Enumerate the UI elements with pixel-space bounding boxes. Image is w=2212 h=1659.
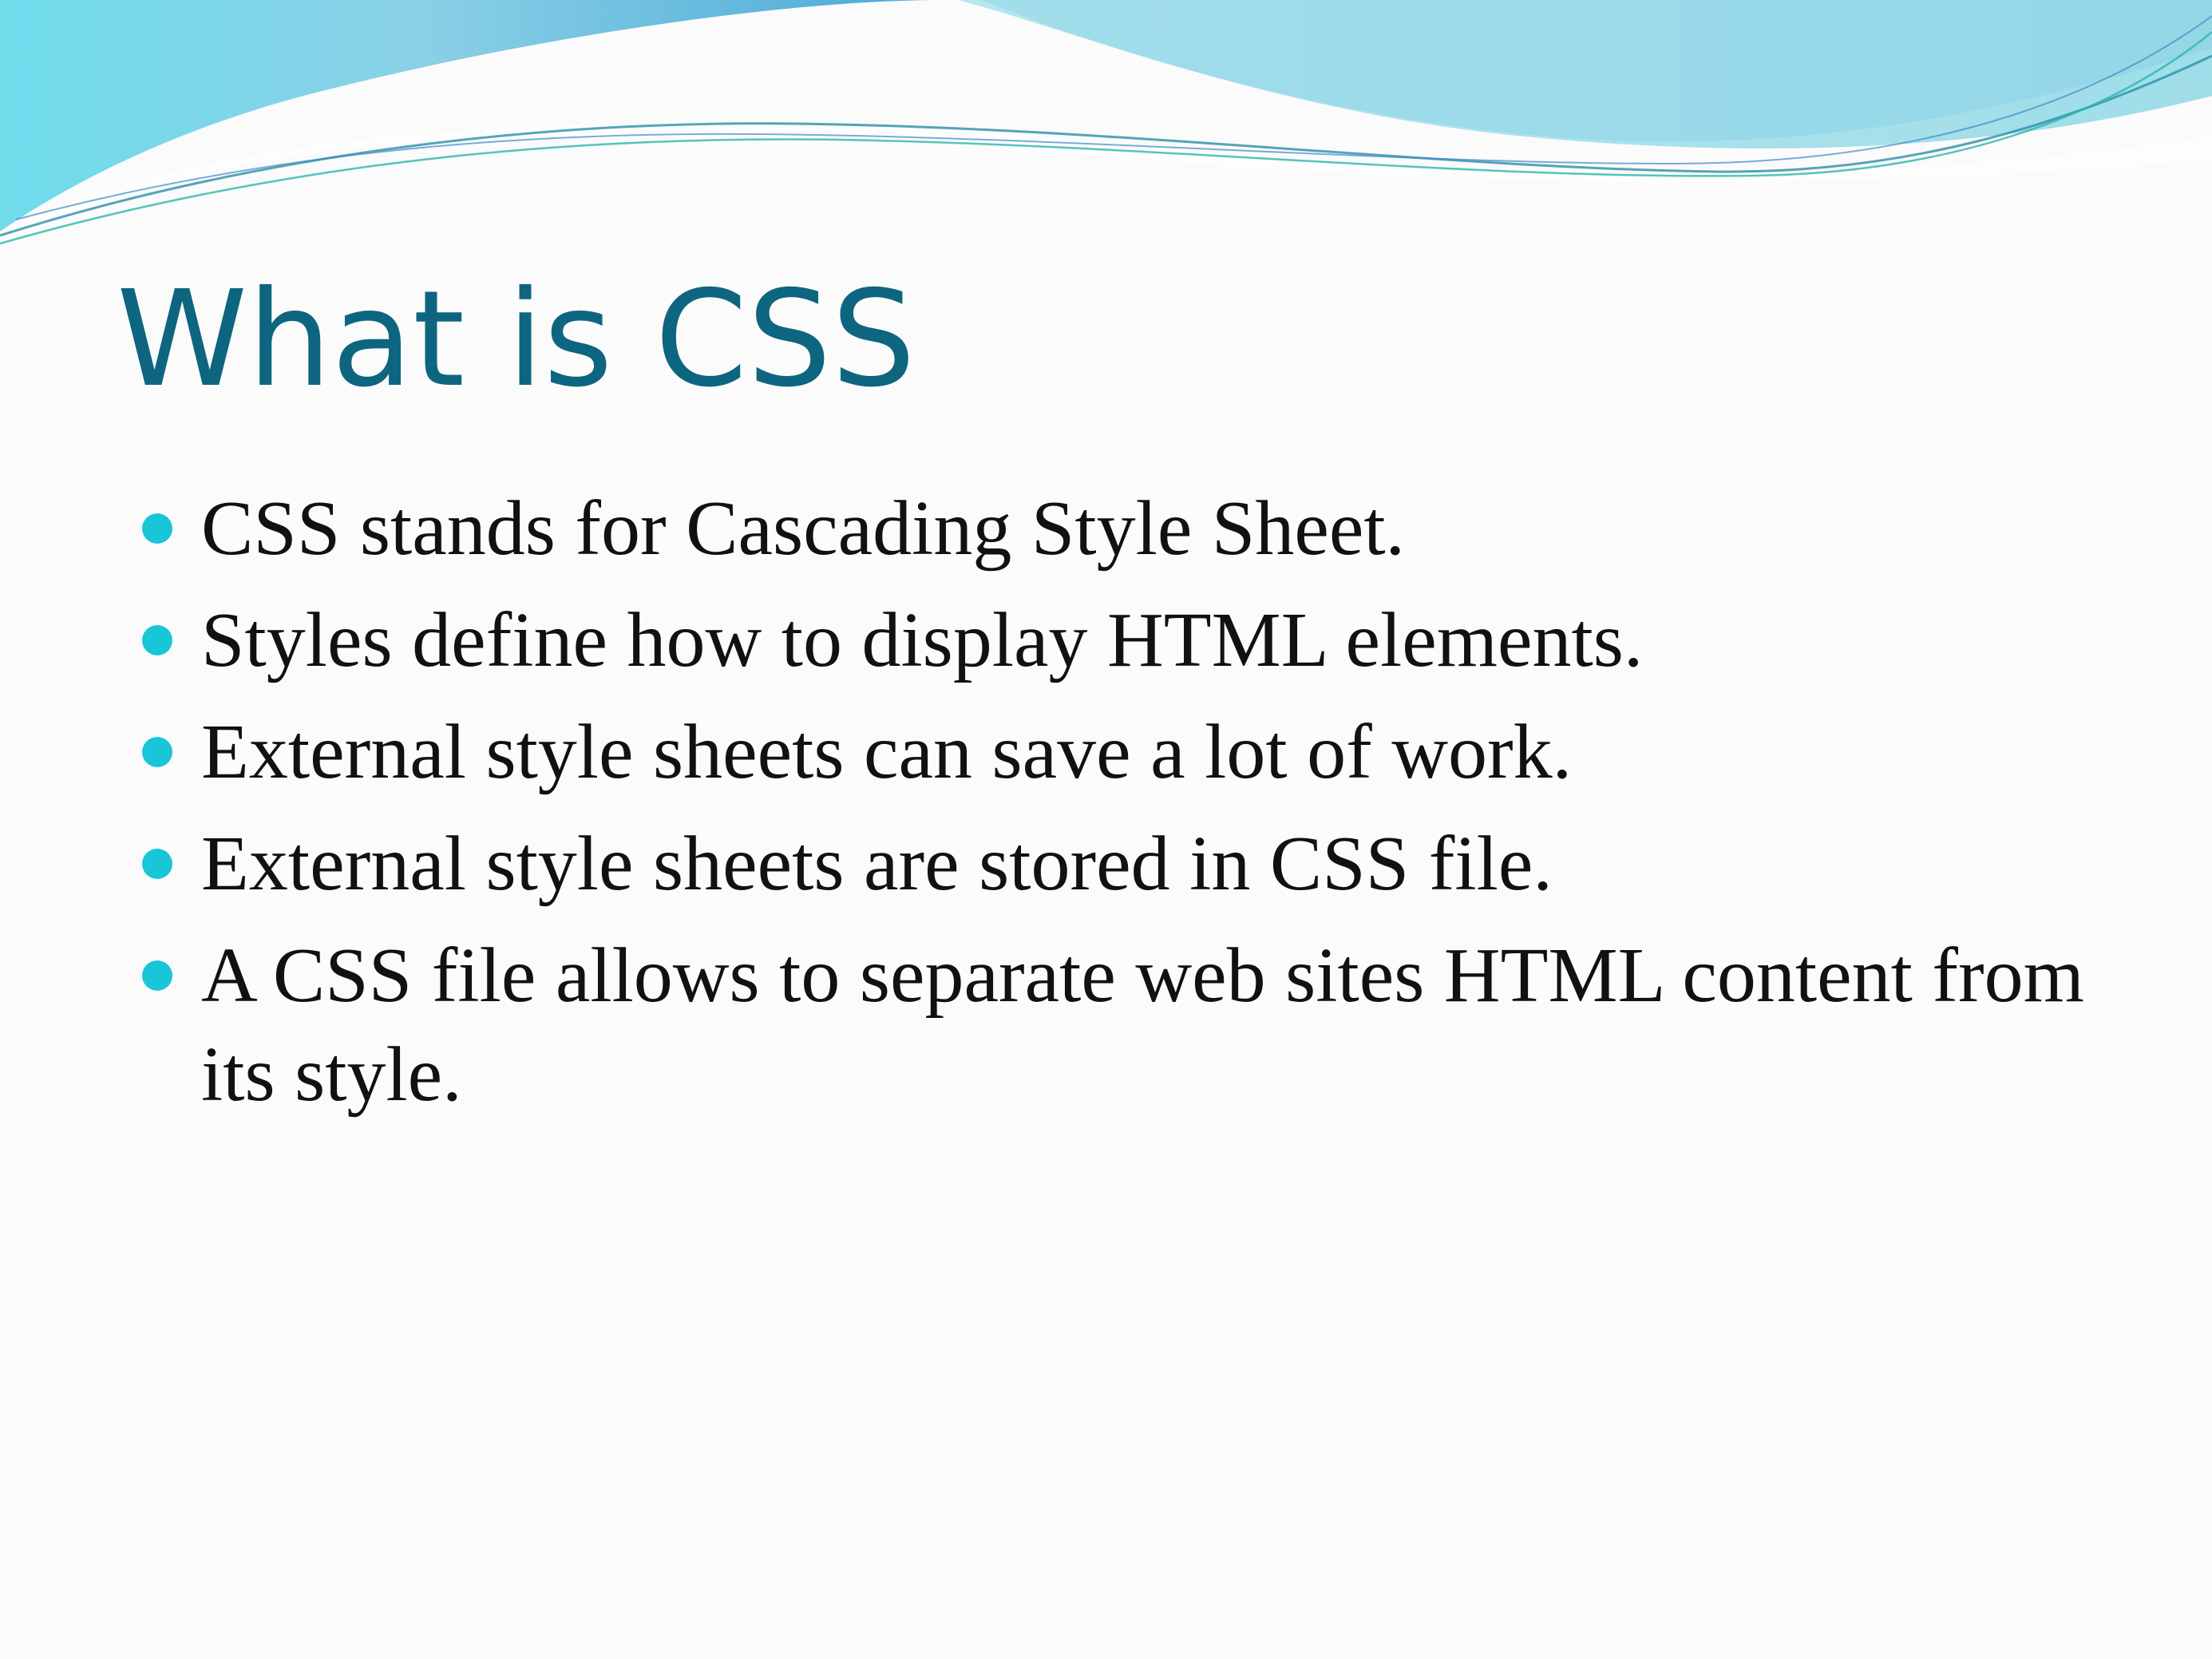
bullet-dot-icon	[142, 625, 172, 655]
bullet-dot-icon	[142, 513, 172, 544]
bullet-item: External style sheets are stored in CSS …	[136, 814, 2131, 913]
bullet-text: External style sheets can save a lot of …	[201, 709, 1573, 795]
bullet-dot-icon	[142, 960, 172, 991]
slide: What is CSS CSS stands for Cascading Sty…	[0, 0, 2212, 1659]
bullet-dot-icon	[142, 849, 172, 879]
slide-title: What is CSS	[117, 263, 916, 417]
bullet-item: External style sheets can save a lot of …	[136, 703, 2131, 802]
bullet-text: CSS stands for Cascading Style Sheet.	[201, 485, 1406, 572]
bullet-list: CSS stands for Cascading Style Sheet. St…	[136, 479, 2131, 1137]
bullet-text: A CSS file allows to separate web sites …	[201, 932, 2084, 1118]
bullet-text: External style sheets are stored in CSS …	[201, 821, 1553, 907]
bullet-item: Styles define how to display HTML elemen…	[136, 591, 2131, 690]
bullet-dot-icon	[142, 737, 172, 767]
decorative-wave-header	[0, 0, 2212, 247]
bullet-item: A CSS file allows to separate web sites …	[136, 926, 2131, 1124]
bullet-item: CSS stands for Cascading Style Sheet.	[136, 479, 2131, 578]
bullet-text: Styles define how to display HTML elemen…	[201, 597, 1644, 683]
